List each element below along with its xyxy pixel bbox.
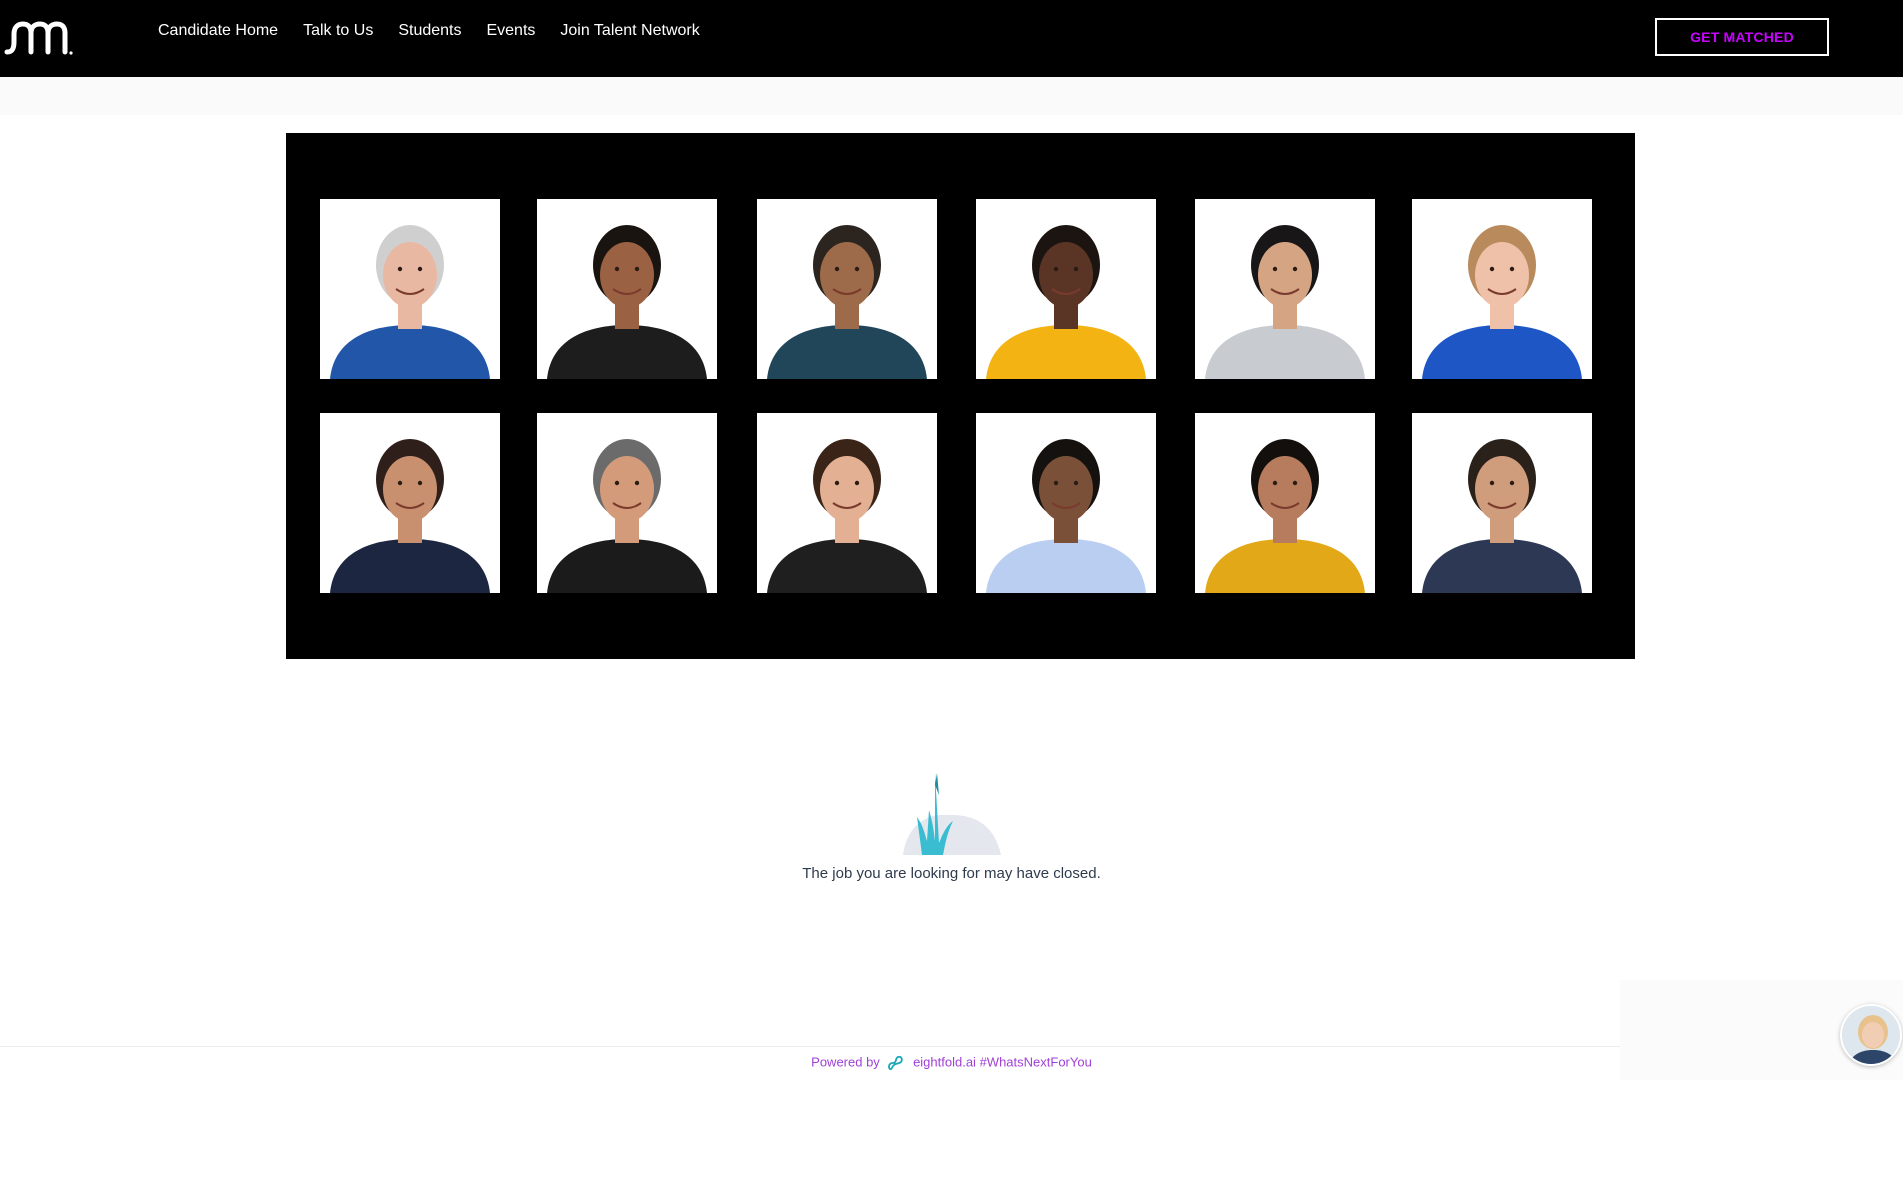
powered-by: Powered by eightfold.ai #WhatsNextForYou [0,1054,1903,1072]
nav-events[interactable]: Events [486,20,535,42]
nav-students[interactable]: Students [398,20,461,42]
team-portrait [1195,413,1375,593]
eightfold-link[interactable]: eightfold.ai [913,1054,976,1069]
plant-illustration [902,773,1001,855]
powered-by-label: Powered by [811,1054,880,1070]
team-portrait [757,199,937,379]
team-portrait [976,199,1156,379]
empty-state-message: The job you are looking for may have clo… [802,865,1101,882]
top-navigation-bar: Candidate Home Talk to Us Students Event… [0,0,1903,77]
team-portrait [757,413,937,593]
team-portrait [537,413,717,593]
hashtag-link[interactable]: #WhatsNextForYou [980,1054,1092,1069]
team-portrait [1195,199,1375,379]
team-portrait [1412,199,1592,379]
footer-divider [0,1046,1903,1047]
eightfold-logo-icon [888,1055,904,1071]
nav-join-talent-network[interactable]: Join Talent Network [560,20,699,42]
sub-header-bar [0,77,1903,115]
company-logo[interactable] [4,18,74,58]
team-portrait [537,199,717,379]
main-nav: Candidate Home Talk to Us Students Event… [158,20,725,42]
nav-talk-to-us[interactable]: Talk to Us [303,20,373,42]
chat-assistant-avatar[interactable] [1840,1004,1902,1066]
team-portrait [320,199,500,379]
hero-banner [286,133,1635,659]
nav-candidate-home[interactable]: Candidate Home [158,20,278,42]
get-matched-button[interactable]: GET MATCHED [1655,18,1829,56]
team-portrait [976,413,1156,593]
team-portrait [1412,413,1592,593]
empty-state: The job you are looking for may have clo… [0,755,1903,882]
team-portrait [320,413,500,593]
